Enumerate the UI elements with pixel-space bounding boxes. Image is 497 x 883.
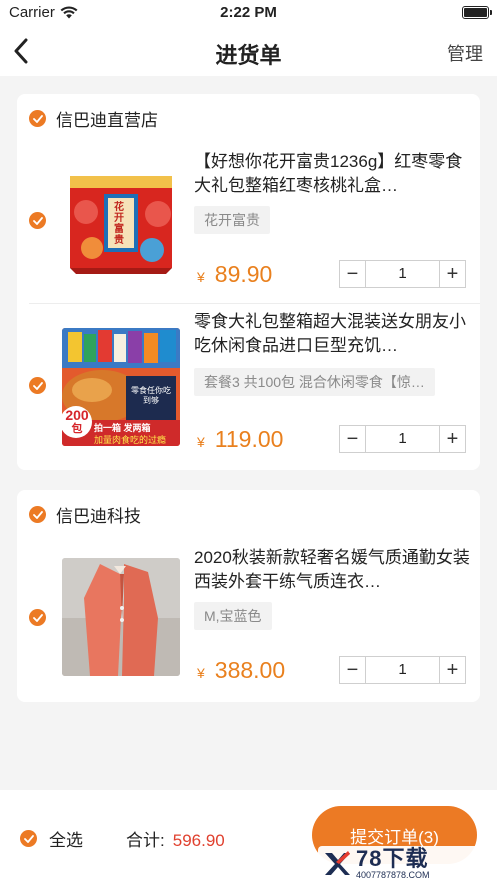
increase-button[interactable]: + (439, 261, 465, 287)
watermark-main: 78下载 (356, 846, 429, 871)
box-label: 零食任你吃到够 (131, 386, 171, 405)
nav-bar: 进货单 管理 (0, 26, 497, 76)
check-icon (23, 834, 34, 843)
store-checkbox[interactable] (29, 110, 46, 127)
item-checkbox[interactable] (29, 377, 46, 394)
currency-symbol: ¥ (197, 269, 205, 285)
check-icon (32, 114, 43, 123)
item-divider (29, 303, 480, 304)
watermark-text: 78下载 4007787878.COM (356, 846, 430, 881)
quantity-stepper: − 1 + (339, 425, 466, 453)
store-name: 信巴迪科技 (56, 507, 141, 526)
store-name: 信巴迪直营店 (56, 111, 158, 130)
item-checkbox[interactable] (29, 212, 46, 229)
badge-count: 200 包 (62, 408, 92, 436)
product-image[interactable]: 200 包 拍一箱 发两箱 加量肉食吃的过瘾 零食任你吃到够 (62, 328, 180, 446)
product-image[interactable]: 花开富贵 (62, 162, 180, 280)
total-label: 合计: (126, 831, 165, 850)
check-icon (32, 381, 43, 390)
check-icon (32, 510, 43, 519)
site-watermark: 78下载 4007787878.COM (318, 846, 494, 882)
store-card: 信巴迪科技 2020秋装新款轻奢名媛气质通勤女装西装外套干练气质连衣… M,宝蓝… (17, 490, 480, 702)
price-value: 388.00 (214, 657, 286, 683)
decrease-button[interactable]: − (340, 426, 366, 452)
select-all-label: 全选 (49, 831, 83, 850)
order-total: 合计: 596.90 (126, 826, 225, 851)
product-name[interactable]: 【好想你花开富贵1236g】红枣零食大礼包整箱红枣核桃礼盒… (194, 150, 472, 198)
currency-symbol: ¥ (197, 434, 205, 450)
select-all-checkbox[interactable] (20, 830, 37, 847)
store-checkbox[interactable] (29, 506, 46, 523)
increase-button[interactable]: + (439, 657, 465, 683)
coat-image (62, 558, 180, 676)
sku-tag[interactable]: 花开富贵 (194, 206, 270, 234)
cart-item: 花开富贵 【好想你花开富贵1236g】红枣零食大礼包整箱红枣核桃礼盒… 花开富贵… (17, 144, 480, 304)
store-card: 信巴迪直营店 花开富贵 【好想你花开富贵1236g】红枣零食大礼包整箱红枣核桃礼… (17, 94, 480, 470)
status-bar: Carrier 2:22 PM (0, 0, 497, 26)
battery-icon (462, 6, 492, 19)
cart-item: 2020秋装新款轻奢名媛气质通勤女装西装外套干练气质连衣… M,宝蓝色 ¥ 38… (17, 540, 480, 702)
quantity-stepper: − 1 + (339, 260, 466, 288)
check-icon (32, 216, 43, 225)
watermark-logo-icon (325, 851, 350, 875)
currency-symbol: ¥ (197, 665, 205, 681)
increase-button[interactable]: + (439, 426, 465, 452)
watermark-sub: 4007787878.COM (356, 870, 430, 880)
manage-button[interactable]: 管理 (447, 40, 483, 66)
decrease-button[interactable]: − (340, 261, 366, 287)
item-checkbox[interactable] (29, 609, 46, 626)
cart-item: 200 包 拍一箱 发两箱 加量肉食吃的过瘾 零食任你吃到够 零食大礼包整箱超大… (17, 306, 480, 470)
check-icon (32, 613, 43, 622)
select-all-toggle[interactable]: 全选 (20, 826, 83, 851)
product-name[interactable]: 零食大礼包整箱超大混装送女朋友小吃休闲食品进口巨型充饥… (194, 310, 472, 358)
badge-number: 200 (65, 407, 89, 423)
quantity-value[interactable]: 1 (366, 426, 439, 452)
quantity-stepper: − 1 + (339, 656, 466, 684)
promo-line-2: 加量肉食吃的过瘾 (94, 435, 167, 445)
store-header: 信巴迪直营店 (29, 106, 158, 131)
sku-tag[interactable]: M,宝蓝色 (194, 602, 272, 630)
quantity-value[interactable]: 1 (366, 657, 439, 683)
product-price: ¥ 119.00 (197, 426, 283, 453)
price-value: 119.00 (214, 426, 284, 452)
sku-tag[interactable]: 套餐3 共100包 混合休闲零食【惊… (194, 368, 435, 396)
badge-unit: 包 (71, 423, 83, 435)
product-price: ¥ 89.90 (197, 261, 272, 288)
store-header: 信巴迪科技 (29, 502, 141, 527)
product-name[interactable]: 2020秋装新款轻奢名媛气质通勤女装西装外套干练气质连衣… (194, 546, 472, 594)
page-title: 进货单 (215, 43, 282, 68)
price-value: 89.90 (214, 261, 273, 287)
gift-box-title: 花开富贵 (114, 202, 124, 246)
product-price: ¥ 388.00 (197, 657, 285, 684)
quantity-value[interactable]: 1 (366, 261, 439, 287)
product-image[interactable] (62, 558, 180, 676)
decrease-button[interactable]: − (340, 657, 366, 683)
total-amount: 596.90 (172, 831, 225, 850)
status-time: 2:22 PM (220, 4, 277, 21)
